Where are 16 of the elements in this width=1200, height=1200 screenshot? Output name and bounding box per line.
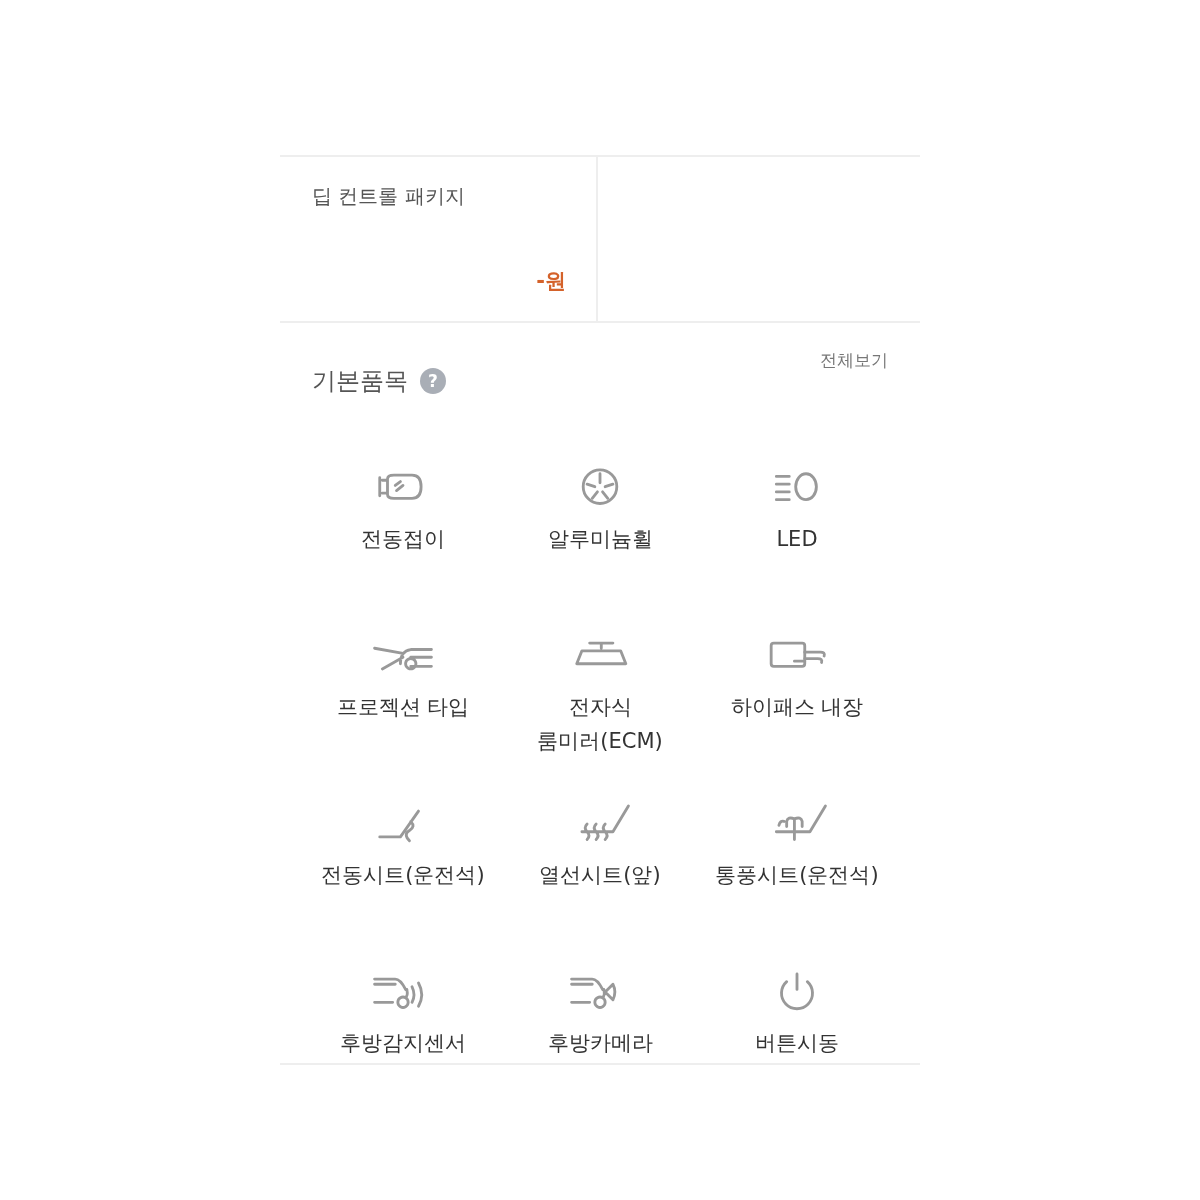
- feature-label: LED: [776, 526, 818, 553]
- package-title: 딥 컨트롤 패키지: [312, 183, 466, 210]
- feature-label: 프로젝션 타입: [336, 694, 470, 721]
- section-title: 기본품목: [312, 366, 408, 397]
- feature-label: 전자식 룸미러(ECM): [537, 694, 663, 755]
- feature-label: 후방카메라: [547, 1030, 653, 1057]
- feature-label: 하이패스 내장: [730, 694, 864, 721]
- feature-label: 알루미늄휠: [547, 526, 653, 553]
- feature-label: 통풍시트(운전석): [715, 862, 879, 889]
- feature-label: 전동접이: [361, 526, 445, 553]
- package-price: -원: [536, 268, 566, 295]
- feature-label: 후방감지센서: [340, 1030, 466, 1057]
- feature-label: 열선시트(앞): [539, 862, 661, 889]
- view-all-link[interactable]: 전체보기: [820, 349, 888, 372]
- feature-label: 버튼시동: [755, 1030, 839, 1057]
- feature-label: 전동시트(운전석): [321, 862, 485, 889]
